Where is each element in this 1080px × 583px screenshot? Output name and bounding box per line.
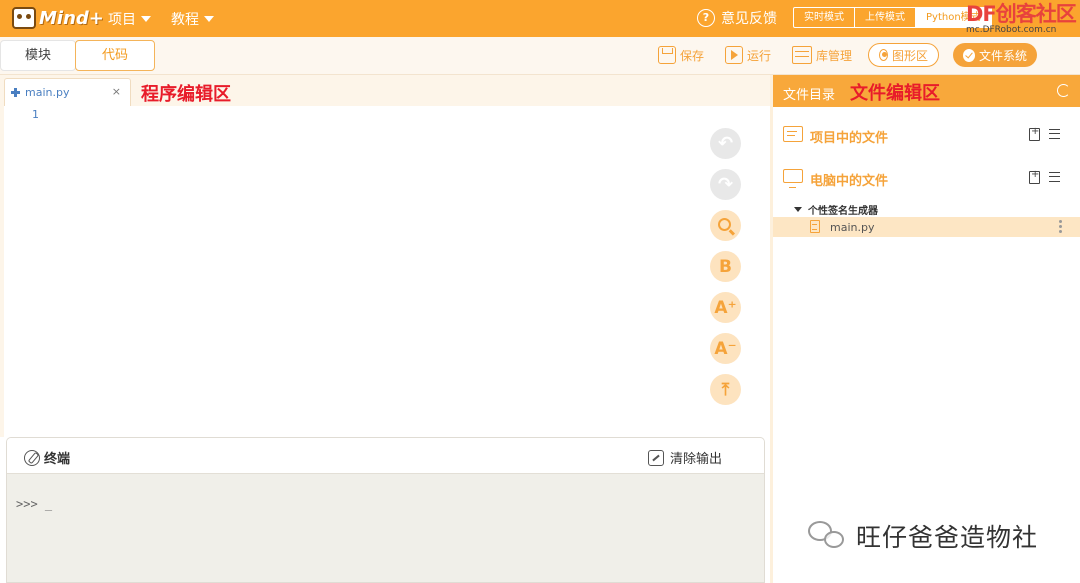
- graphic-area-label: 图形区: [891, 48, 928, 63]
- file-tab-main-py[interactable]: main.py ×: [4, 78, 131, 106]
- computer-files-label: 电脑中的文件: [810, 174, 889, 189]
- undo-button[interactable]: ↶: [710, 128, 741, 159]
- save-button[interactable]: 保存: [658, 46, 704, 64]
- tree-folder[interactable]: 个性签名生成器: [794, 202, 878, 217]
- toolbar: 模块 代码 保存 运行 库管理 图形区 文件系统: [0, 37, 1080, 75]
- line-number: 1: [32, 108, 39, 121]
- scroll-top-button[interactable]: ⤒: [710, 374, 741, 405]
- dfrobot-watermark: DF创客社区 mc.DFRobot.com.cn: [966, 2, 1077, 36]
- watermark-title: DF创客社区: [966, 2, 1077, 26]
- python-file-icon: [11, 88, 20, 97]
- terminal-prompt[interactable]: >>> _: [16, 497, 52, 511]
- editor-annotation: 程序编辑区: [141, 84, 231, 105]
- robot-logo-icon: [12, 7, 36, 29]
- tree-file-main-py[interactable]: main.py: [773, 217, 1080, 237]
- file-icon: [810, 220, 820, 233]
- save-icon: [658, 46, 676, 64]
- project-files-section[interactable]: 项目中的文件: [773, 124, 1080, 148]
- terminal-title-label: 终端: [44, 452, 71, 467]
- file-panel-title: 文件目录: [783, 88, 836, 103]
- library-button[interactable]: 库管理: [792, 46, 852, 64]
- mode-realtime[interactable]: 实时模式: [794, 8, 855, 27]
- tree-folder-label: 个性签名生成器: [808, 206, 878, 217]
- menu-tutorial-label: 教程: [171, 12, 199, 28]
- undo-icon: ↶: [717, 133, 734, 154]
- clear-output-button[interactable]: 清除输出: [648, 448, 722, 467]
- bold-icon: B: [719, 256, 732, 277]
- tab-code[interactable]: 代码: [75, 40, 155, 71]
- file-system-button[interactable]: 文件系统: [953, 43, 1037, 67]
- font-decrease-button[interactable]: A⁻: [710, 333, 741, 364]
- feedback-label: 意见反馈: [721, 11, 777, 27]
- redo-button[interactable]: ↷: [710, 169, 741, 200]
- folder-icon: [783, 126, 803, 142]
- font-increase-icon: A⁺: [714, 297, 737, 318]
- link-icon: [24, 449, 40, 466]
- bold-button[interactable]: B: [710, 251, 741, 282]
- search-button[interactable]: [710, 210, 741, 241]
- run-button[interactable]: 运行: [725, 46, 771, 64]
- more-vertical-icon[interactable]: [1059, 220, 1062, 234]
- run-label: 运行: [747, 48, 772, 63]
- project-files-label: 项目中的文件: [810, 131, 889, 146]
- close-icon[interactable]: ×: [112, 85, 121, 98]
- tab-blocks[interactable]: 模块: [0, 40, 76, 71]
- broom-icon: [648, 449, 664, 466]
- radio-dot-icon: [879, 49, 888, 61]
- file-panel-annotation: 文件编辑区: [850, 83, 940, 104]
- file-system-label: 文件系统: [978, 48, 1027, 63]
- chevron-down-icon: [141, 16, 151, 22]
- font-decrease-icon: A⁻: [714, 338, 737, 359]
- clear-output-label: 清除输出: [670, 452, 723, 467]
- menu-project-label: 项目: [108, 12, 136, 28]
- menu-icon[interactable]: [1049, 129, 1060, 139]
- new-file-icon[interactable]: [1029, 126, 1040, 141]
- watermark-url: mc.DFRobot.com.cn: [966, 25, 1057, 35]
- mode-switch: 实时模式 上传模式 Python模式: [793, 7, 992, 28]
- chevron-down-icon: [204, 16, 214, 22]
- top-bar: Mind+ 项目 教程 ? 意见反馈 实时模式 上传模式 Python模式 DF…: [0, 0, 1080, 37]
- terminal-title: 终端: [24, 448, 70, 467]
- menu-tutorial[interactable]: 教程: [171, 9, 214, 29]
- new-file-icon[interactable]: [1029, 169, 1040, 184]
- watermark-text: 旺仔爸爸造物社: [856, 523, 1039, 552]
- terminal-panel: 终端 清除输出 >>> _: [6, 437, 765, 583]
- code-editor-area: main.py × 程序编辑区 1 ↶ ↷ B A⁺ A⁻ ⤒: [0, 75, 770, 437]
- library-label: 库管理: [816, 48, 853, 63]
- terminal-header: 终端 清除输出: [7, 438, 764, 474]
- save-label: 保存: [680, 48, 705, 63]
- tree-file-label: main.py: [830, 221, 875, 234]
- monitor-icon: [783, 169, 803, 188]
- feedback-button[interactable]: ? 意见反馈: [697, 8, 777, 28]
- mindplus-logo[interactable]: Mind+: [12, 4, 104, 32]
- code-input[interactable]: 1: [4, 106, 770, 437]
- logo-text: Mind+: [39, 7, 104, 29]
- computer-files-section[interactable]: 电脑中的文件: [773, 167, 1080, 191]
- file-panel-header: 文件目录 文件编辑区: [773, 75, 1080, 107]
- menu-icon[interactable]: [1049, 172, 1060, 182]
- font-increase-button[interactable]: A⁺: [710, 292, 741, 323]
- graphic-area-button[interactable]: 图形区: [868, 43, 939, 67]
- check-circle-icon: [963, 48, 975, 62]
- redo-icon: ↷: [717, 174, 734, 195]
- wechat-icon: [808, 521, 848, 551]
- scroll-top-icon: ⤒: [721, 379, 730, 400]
- refresh-icon[interactable]: [1057, 84, 1070, 97]
- question-icon: ?: [697, 9, 715, 27]
- library-icon: [792, 46, 812, 64]
- mode-upload[interactable]: 上传模式: [855, 8, 916, 27]
- file-tab-label: main.py: [25, 86, 70, 99]
- play-icon: [725, 46, 743, 64]
- wechat-watermark: 旺仔爸爸造物社: [808, 518, 1038, 554]
- caret-down-icon: [794, 207, 802, 212]
- menu-project[interactable]: 项目: [108, 9, 151, 29]
- search-icon: [717, 217, 731, 231]
- file-panel: 文件目录 文件编辑区 项目中的文件 电脑中的文件 个性签名生成器 main.py: [773, 75, 1080, 583]
